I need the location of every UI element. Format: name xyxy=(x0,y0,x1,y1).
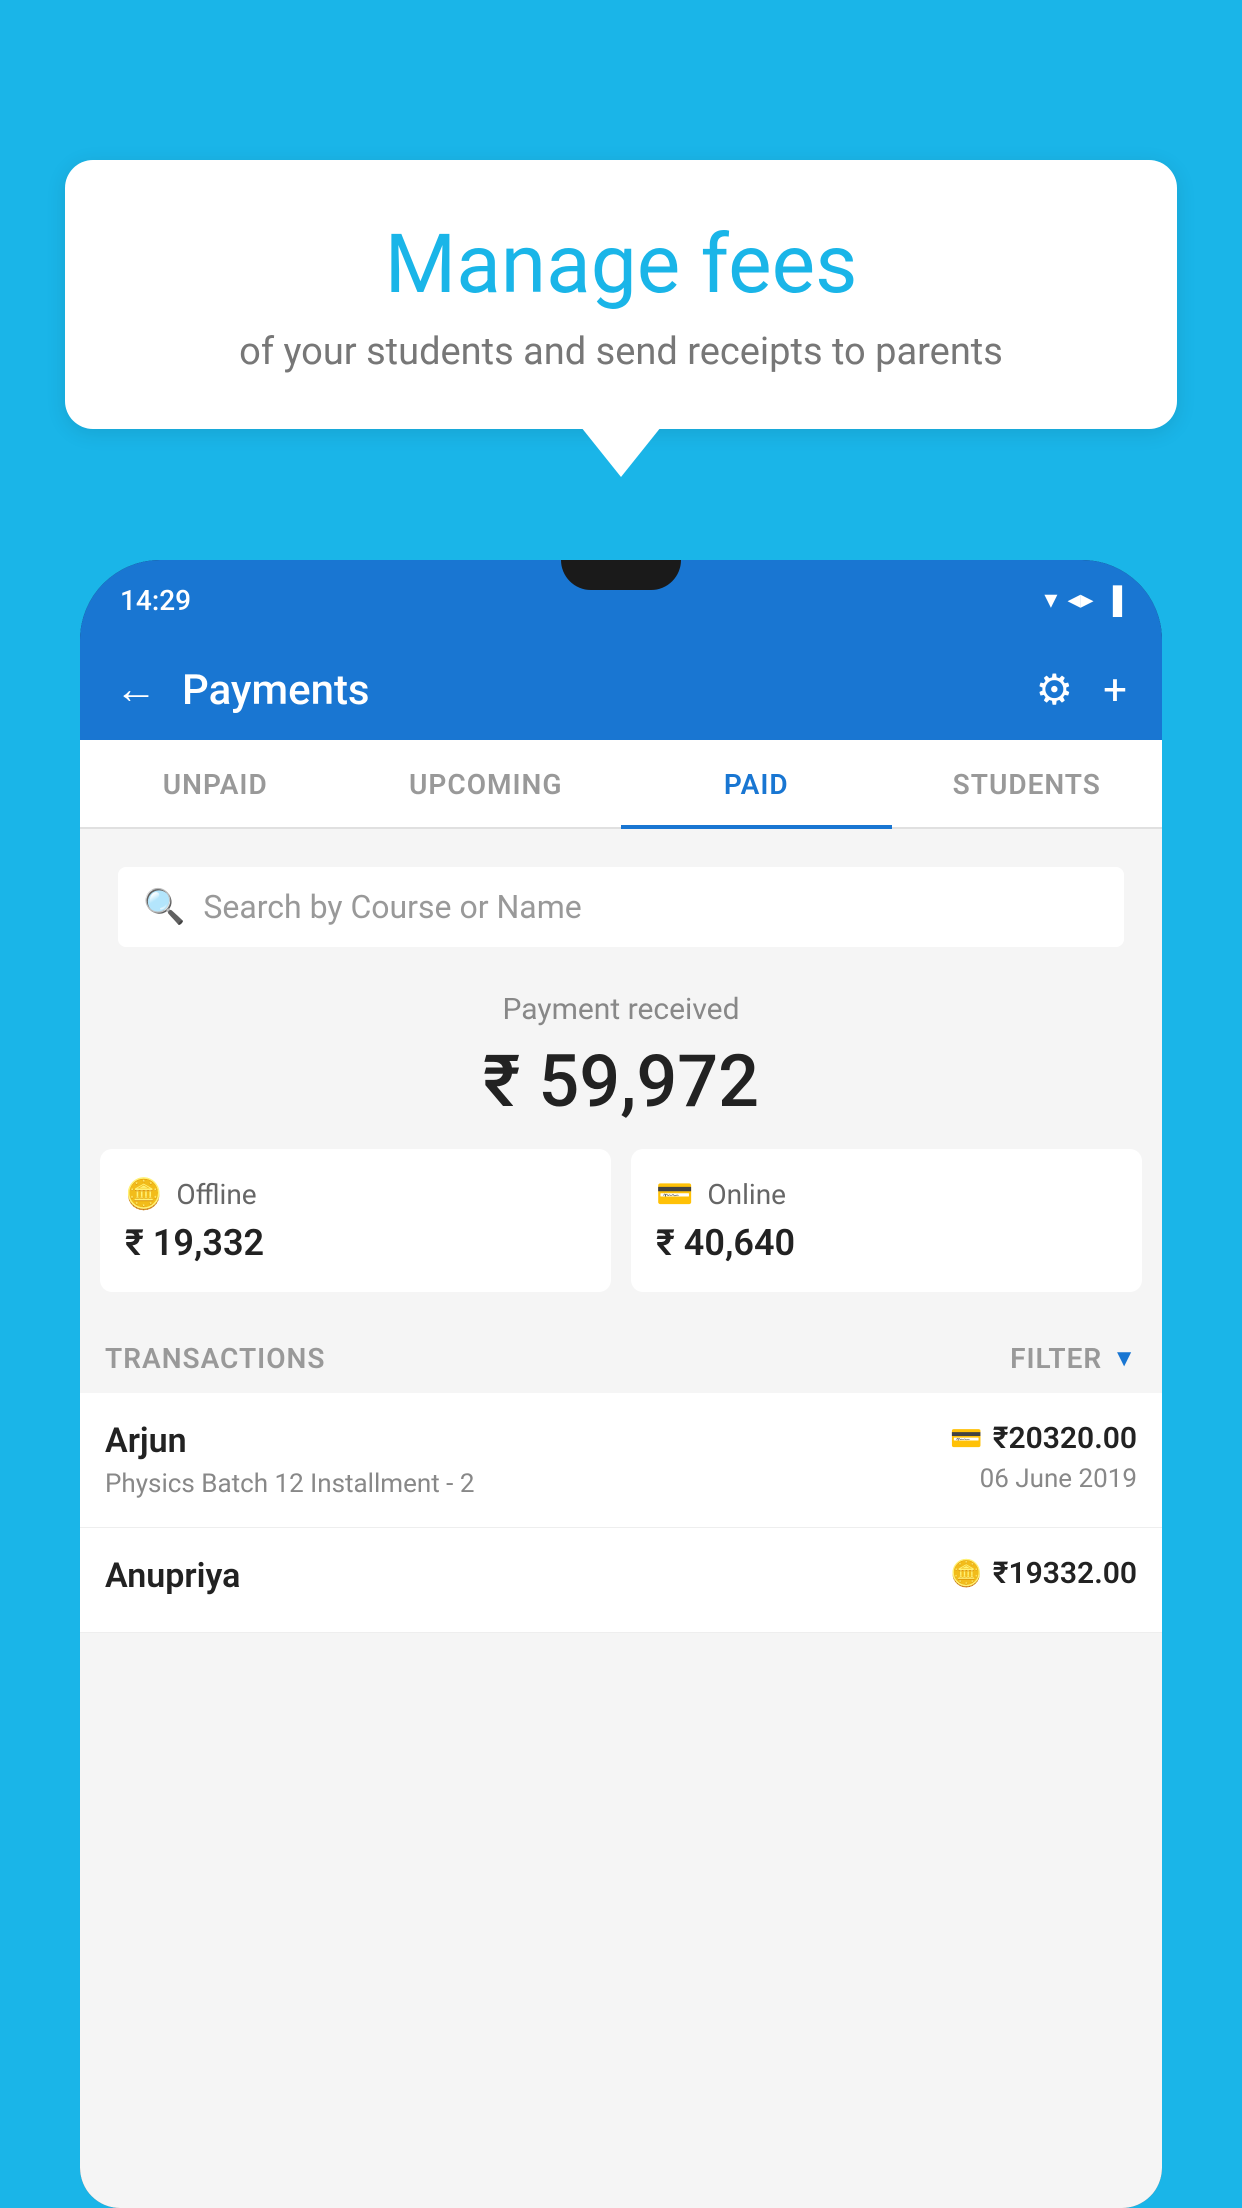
status-bar: 14:29 ▾ ◂▸ ▐ xyxy=(80,560,1162,640)
add-icon[interactable]: + xyxy=(1103,666,1127,715)
back-button[interactable]: ← xyxy=(115,669,157,711)
transaction-course: Physics Batch 12 Installment - 2 xyxy=(105,1469,950,1499)
phone-frame: 14:29 ▾ ◂▸ ▐ ← Payments ⚙ + UNPAID UPCOM… xyxy=(80,560,1162,2208)
page-title: Payments xyxy=(182,666,370,715)
online-card-header: 💳 Online xyxy=(656,1177,1117,1212)
status-icons: ▾ ◂▸ ▐ xyxy=(1044,585,1122,616)
signal-icon: ◂▸ xyxy=(1067,585,1093,615)
transaction-row[interactable]: Arjun Physics Batch 12 Installment - 2 💳… xyxy=(80,1393,1162,1528)
filter-icon: ▼ xyxy=(1112,1344,1137,1373)
speech-bubble: Manage fees of your students and send re… xyxy=(65,160,1177,429)
search-bar[interactable]: 🔍 Search by Course or Name xyxy=(118,867,1124,947)
card-payment-icon: 💳 xyxy=(950,1424,982,1454)
transaction-right: 🪙 ₹19332.00 xyxy=(950,1556,1137,1599)
wifi-icon: ▾ xyxy=(1044,585,1057,615)
tab-paid[interactable]: PAID xyxy=(621,740,892,829)
bubble-subtitle: of your students and send receipts to pa… xyxy=(115,330,1127,374)
online-amount: ₹ 40,640 xyxy=(656,1222,1117,1264)
transaction-name: Anupriya xyxy=(105,1556,950,1596)
transaction-row[interactable]: Anupriya 🪙 ₹19332.00 xyxy=(80,1528,1162,1633)
transaction-amount: 💳 ₹20320.00 xyxy=(950,1421,1137,1456)
transaction-left: Anupriya xyxy=(105,1556,950,1604)
transaction-right: 💳 ₹20320.00 06 June 2019 xyxy=(950,1421,1137,1494)
header-right: ⚙ + xyxy=(1036,665,1128,715)
filter-text: FILTER xyxy=(1010,1342,1102,1375)
tabs-container: UNPAID UPCOMING PAID STUDENTS xyxy=(80,740,1162,829)
offline-card: 🪙 Offline ₹ 19,332 xyxy=(100,1149,611,1292)
app-content: ← Payments ⚙ + UNPAID UPCOMING PAID STUD… xyxy=(80,640,1162,2208)
transaction-name: Arjun xyxy=(105,1421,950,1461)
app-header: ← Payments ⚙ + xyxy=(80,640,1162,740)
online-label: Online xyxy=(707,1178,786,1211)
bubble-title: Manage fees xyxy=(115,220,1127,310)
status-time: 14:29 xyxy=(120,584,191,617)
transaction-left: Arjun Physics Batch 12 Installment - 2 xyxy=(105,1421,950,1499)
battery-icon: ▐ xyxy=(1104,585,1122,616)
payment-amount: ₹ 59,972 xyxy=(105,1039,1137,1124)
online-card: 💳 Online ₹ 40,640 xyxy=(631,1149,1142,1292)
transactions-label: TRANSACTIONS xyxy=(105,1342,325,1375)
tab-students[interactable]: STUDENTS xyxy=(892,740,1163,829)
search-icon: 🔍 xyxy=(143,887,185,927)
filter-button[interactable]: FILTER ▼ xyxy=(1010,1342,1137,1375)
gear-icon[interactable]: ⚙ xyxy=(1036,665,1074,715)
cash-payment-icon: 🪙 xyxy=(950,1559,982,1589)
payment-received-label: Payment received xyxy=(105,992,1137,1027)
tab-unpaid[interactable]: UNPAID xyxy=(80,740,351,829)
transactions-header: TRANSACTIONS FILTER ▼ xyxy=(80,1317,1162,1393)
header-left: ← Payments xyxy=(115,666,370,715)
payment-received-section: Payment received ₹ 59,972 xyxy=(80,957,1162,1149)
transaction-amount: 🪙 ₹19332.00 xyxy=(950,1556,1137,1591)
offline-label: Offline xyxy=(176,1178,256,1211)
payment-cards: 🪙 Offline ₹ 19,332 💳 Online ₹ 40,640 xyxy=(80,1149,1162,1317)
offline-card-header: 🪙 Offline xyxy=(125,1177,586,1212)
search-input[interactable]: Search by Course or Name xyxy=(203,888,1099,926)
offline-icon: 🪙 xyxy=(125,1177,162,1212)
offline-amount: ₹ 19,332 xyxy=(125,1222,586,1264)
online-icon: 💳 xyxy=(656,1177,693,1212)
transaction-date: 06 June 2019 xyxy=(950,1464,1137,1494)
tab-upcoming[interactable]: UPCOMING xyxy=(351,740,622,829)
